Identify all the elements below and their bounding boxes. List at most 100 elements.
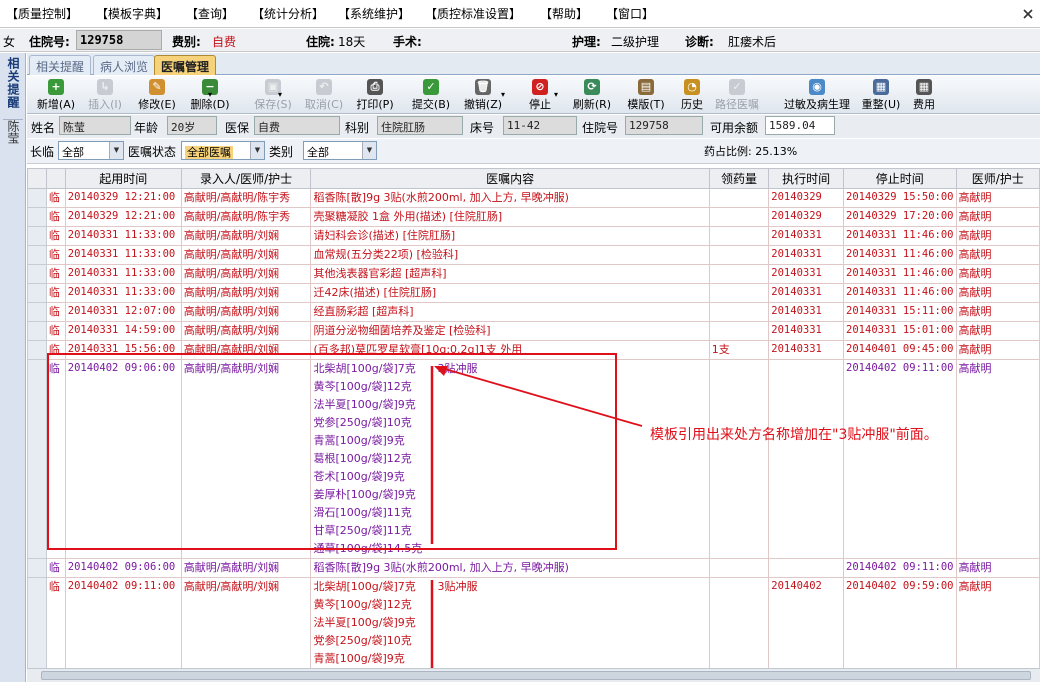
calculator-button[interactable]: ▦ 费用 [909, 79, 939, 113]
row-selector [27, 207, 47, 227]
toolbar-label: 打印(P) [356, 98, 394, 111]
header-exec-time[interactable]: 执行时间 [768, 168, 845, 189]
header-doctor-nurse[interactable]: 医师/护士 [955, 168, 1040, 189]
undo-button[interactable]: ↶ 取消(C) [301, 79, 347, 113]
cell-start-time: 20140402 09:11:00 [64, 577, 182, 668]
table-row[interactable]: 临 20140329 12:21:00 高献明/高献明/陈宇秀 稻香陈[散]9g 3贴… [27, 188, 1040, 208]
close-icon[interactable] [1022, 8, 1034, 20]
cell-exec-time [768, 359, 845, 559]
menu-query[interactable]: 【查询】 [186, 5, 234, 22]
cell-entry-person: 高献明/高献明/刘娴 [180, 321, 312, 341]
chevron-down-icon[interactable]: ▾ [208, 90, 212, 99]
chevron-down-icon[interactable]: ▾ [278, 90, 282, 99]
header-order-content[interactable]: 医嘱内容 [310, 168, 710, 189]
cell-start-time: 20140331 14:59:00 [64, 321, 182, 341]
history-button[interactable]: ◔ 历史 [677, 79, 707, 113]
table-row[interactable]: 临 20140329 12:21:00 高献明/高献明/陈宇秀 壳聚糖凝胶 1盒 外用… [27, 207, 1040, 227]
toolbar-label: 路径医嘱 [715, 98, 759, 111]
header-start-time[interactable]: 起用时间 [64, 168, 182, 189]
stop-icon: ⊘ [532, 79, 548, 95]
side-tab-patient[interactable]: 陈莹 [3, 119, 23, 151]
menu-statistics[interactable]: 【统计分析】 [252, 5, 324, 22]
menu-qc-standard-settings[interactable]: 【质控标准设置】 [425, 5, 521, 22]
refresh-button[interactable]: ⟳ 刷新(R) [568, 79, 616, 113]
order-line: 其他浅表器官彩超 [超声科] [313, 267, 447, 280]
cell-dispense-qty [708, 558, 770, 578]
row-selector [27, 577, 47, 668]
insurance-field[interactable]: 自费 [254, 116, 340, 135]
longterm-select[interactable]: 全部 ▼ [58, 141, 124, 160]
trash-button[interactable]: 🗑 撤销(Z) [459, 79, 507, 113]
menu-window[interactable]: 【窗口】 [606, 5, 654, 22]
edit-button[interactable]: ✎ 修改(E) [135, 79, 179, 113]
side-tab-reminders-label: 相关提醒 [6, 57, 20, 109]
cell-exec-time: 20140402 [768, 577, 845, 668]
reorganize-button[interactable]: ▦ 重整(U) [858, 79, 904, 113]
menu-bar: 【质量控制】 【模板字典】 【查询】 【统计分析】 【系统维护】 【质控标准设置… [0, 0, 1040, 28]
table-row[interactable]: 临 20140331 11:33:00 高献明/高献明/刘娴 请妇科会诊(描述) [住… [27, 226, 1040, 246]
cell-stop-time: 20140331 11:46:00 [843, 264, 957, 284]
add-button[interactable]: + 新增(A) [36, 79, 76, 113]
trash-icon: 🗑 [475, 79, 491, 95]
cell-type: 临 [45, 245, 66, 265]
insert-button[interactable]: ↳ 插入(I) [83, 79, 127, 113]
cell-doctor-nurse: 高献明 [955, 321, 1040, 341]
name-field[interactable]: 陈莹 [59, 116, 131, 135]
path-order-button[interactable]: ✓ 路径医嘱 [707, 79, 767, 113]
menu-system-maintenance[interactable]: 【系统维护】 [338, 5, 410, 22]
toolbar-label: 保存(S) [254, 98, 292, 111]
template-icon: ▤ [638, 79, 654, 95]
save-button[interactable]: ▣ 保存(S) [251, 79, 295, 113]
toolbar-label: 新增(A) [36, 98, 76, 111]
table-row[interactable]: 临 20140331 12:07:00 高献明/高献明/刘娴 经直肠彩超 [超声科] 2… [27, 302, 1040, 322]
stop-button[interactable]: ⊘ 停止 [522, 79, 558, 113]
age-field[interactable]: 20岁 [167, 116, 217, 135]
table-row[interactable]: 临 20140331 11:33:00 高献明/高献明/刘娴 血常规(五分类22项) … [27, 245, 1040, 265]
cell-stop-time: 20140402 09:11:00 [843, 359, 957, 559]
category-label: 类别 [269, 145, 294, 159]
tab-order-management[interactable]: 医嘱管理 [154, 55, 217, 75]
fee-value: 自费 [212, 35, 237, 49]
surgery-label: 手术: [393, 35, 422, 49]
admission-no-field[interactable]: 129758 [625, 116, 703, 135]
chevron-down-icon[interactable]: ▾ [501, 90, 505, 99]
cell-start-time: 20140402 09:06:00 [64, 359, 182, 559]
header-stop-time[interactable]: 停止时间 [843, 168, 957, 189]
category-select[interactable]: 全部 ▼ [303, 141, 377, 160]
submit-button[interactable]: ✓ 提交(B) [410, 79, 452, 113]
header-entry-person[interactable]: 录入人/医师/护士 [180, 168, 312, 189]
bed-field[interactable]: 11-42 [503, 116, 577, 135]
side-tab-reminders[interactable]: 相关提醒 [3, 57, 23, 117]
menu-quality-control[interactable]: 【质量控制】 [6, 5, 78, 22]
table-row[interactable]: 临 20140331 11:33:00 高献明/高献明/刘娴 其他浅表器官彩超 [超声… [27, 264, 1040, 284]
balance-field[interactable]: 1589.04 [765, 116, 835, 135]
allergy-button[interactable]: ◉ 过敏及病生理 [779, 79, 855, 113]
reorganize-icon: ▦ [873, 79, 889, 95]
cell-dispense-qty: 1支 [708, 340, 770, 360]
order-status-select[interactable]: 全部医嘱 ▼ [181, 141, 265, 160]
chevron-down-icon[interactable]: ▾ [554, 90, 558, 99]
patient-info-bar: 女 住院号: 129758 费别: 自费 住院: 18天 手术: 护理: 二级护… [0, 29, 1040, 52]
cell-doctor-nurse: 高献明 [955, 207, 1040, 227]
cell-order-content: 其他浅表器官彩超 [超声科] [310, 264, 710, 284]
toolbar-label: 撤销(Z) [463, 98, 503, 111]
tab-reminders[interactable]: 相关提醒 [29, 55, 92, 75]
tab-patient-browse[interactable]: 病人浏览 [93, 55, 156, 75]
template-button[interactable]: ▤ 模版(T) [624, 79, 668, 113]
menu-template-dictionary[interactable]: 【模板字典】 [96, 5, 168, 22]
horizontal-scrollbar[interactable] [27, 668, 1040, 682]
scroll-thumb[interactable] [41, 671, 1031, 680]
menu-help[interactable]: 【帮助】 [540, 5, 588, 22]
chevron-down-icon: ▼ [109, 142, 123, 159]
table-row[interactable]: 临 20140331 14:59:00 高献明/高献明/刘娴 阴道分泌物细菌培养及鉴定… [27, 321, 1040, 341]
print-button[interactable]: ⎙ 打印(P) [353, 79, 397, 113]
cell-type: 临 [45, 226, 66, 246]
diagnosis-label: 诊断: [685, 35, 714, 49]
cell-start-time: 20140402 09:06:00 [64, 558, 182, 578]
header-dispense-qty[interactable]: 领药量 [708, 168, 770, 189]
department-field[interactable]: 住院肛肠 [377, 116, 463, 135]
cell-stop-time: 20140329 17:20:00 [843, 207, 957, 227]
row-selector [27, 558, 47, 578]
cell-doctor-nurse: 高献明 [955, 188, 1040, 208]
table-row[interactable]: 临 20140331 11:33:00 高献明/高献明/刘娴 迁42床(描述) [住院… [27, 283, 1040, 303]
